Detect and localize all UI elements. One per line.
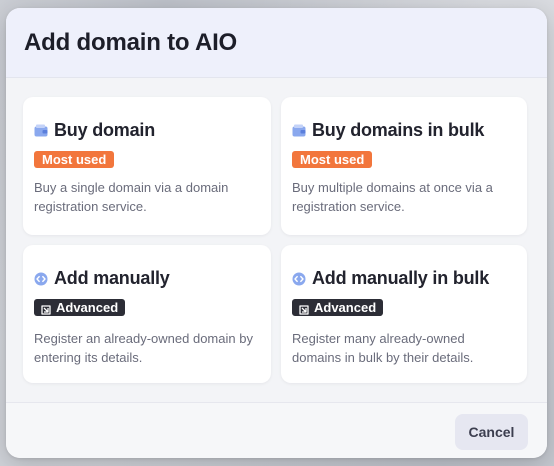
dialog-header: Add domain to AIO bbox=[6, 8, 547, 78]
advanced-badge-label: Advanced bbox=[314, 300, 377, 315]
option-title: Add manually bbox=[54, 268, 170, 288]
option-card-add-manually[interactable]: Add manually Advanced Register an alread… bbox=[23, 245, 271, 383]
option-title: Buy domain bbox=[54, 120, 156, 140]
option-title: Buy domains in bulk bbox=[312, 120, 485, 140]
code-icon bbox=[292, 272, 306, 286]
option-description: Register an already-owned domain by ente… bbox=[34, 330, 253, 365]
option-description: Buy a single domain via a domain registr… bbox=[34, 180, 229, 214]
option-description: Buy multiple domains at once via a regis… bbox=[292, 180, 493, 214]
advanced-badge: Advanced bbox=[34, 299, 126, 316]
advanced-icon bbox=[41, 303, 51, 315]
option-card-add-manually-bulk[interactable]: Add manually in bulk Advanced Register m… bbox=[281, 245, 527, 383]
add-domain-dialog: Add domain to AIO Buy domain Most used B… bbox=[6, 8, 547, 458]
option-grid: Buy domain Most used Buy a single domain… bbox=[6, 78, 547, 402]
option-card-buy-domains-bulk[interactable]: Buy domains in bulk Most used Buy multip… bbox=[281, 97, 527, 235]
option-title: Add manually in bulk bbox=[312, 268, 490, 288]
wallet-icon bbox=[34, 124, 48, 138]
dialog-footer: Cancel bbox=[6, 402, 547, 458]
wallet-icon bbox=[292, 124, 306, 138]
advanced-badge-label: Advanced bbox=[56, 300, 119, 315]
most-used-badge: Most used bbox=[34, 151, 115, 168]
option-description: Register many already-owned domains in b… bbox=[292, 330, 474, 365]
cancel-button[interactable]: Cancel bbox=[455, 414, 528, 450]
advanced-badge: Advanced bbox=[292, 299, 384, 316]
code-icon bbox=[34, 272, 48, 286]
most-used-badge: Most used bbox=[292, 151, 373, 168]
advanced-icon bbox=[299, 303, 309, 315]
option-card-buy-domain[interactable]: Buy domain Most used Buy a single domain… bbox=[23, 97, 271, 235]
dialog-title: Add domain to AIO bbox=[24, 28, 238, 56]
